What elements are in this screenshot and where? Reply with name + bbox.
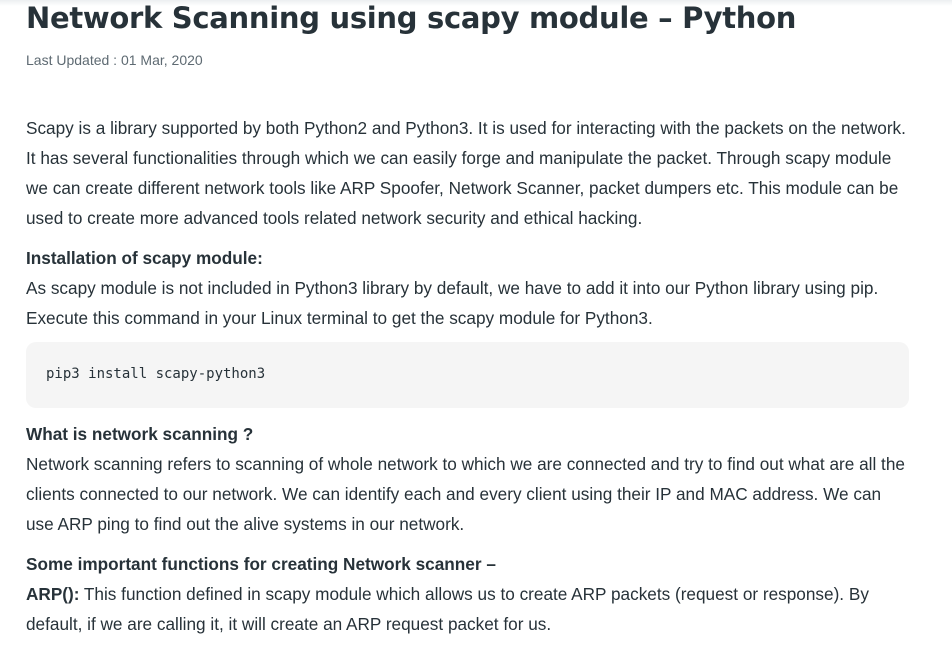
arp-function-label: ARP(): [26,584,80,604]
network-scanning-heading: What is network scanning ? [26,424,254,444]
arp-description: This function defined in scapy module wh… [26,584,869,634]
arp-paragraph: ARP(): This function defined in scapy mo… [26,579,910,639]
last-updated: Last Updated : 01 Mar, 2020 [26,52,203,68]
installation-heading: Installation of scapy module: [26,248,263,268]
page-title: Network Scanning using scapy module – Py… [26,1,797,35]
installation-paragraph: As scapy module is not included in Pytho… [26,278,879,328]
code-block[interactable]: pip3 install scapy-python3 [26,342,909,408]
network-scanning-paragraph: Network scanning refers to scanning of w… [26,454,905,534]
intro-paragraph: Scapy is a library supported by both Pyt… [26,118,906,228]
code-text: pip3 install scapy-python3 [46,366,266,382]
functions-heading: Some important functions for creating Ne… [26,554,496,574]
